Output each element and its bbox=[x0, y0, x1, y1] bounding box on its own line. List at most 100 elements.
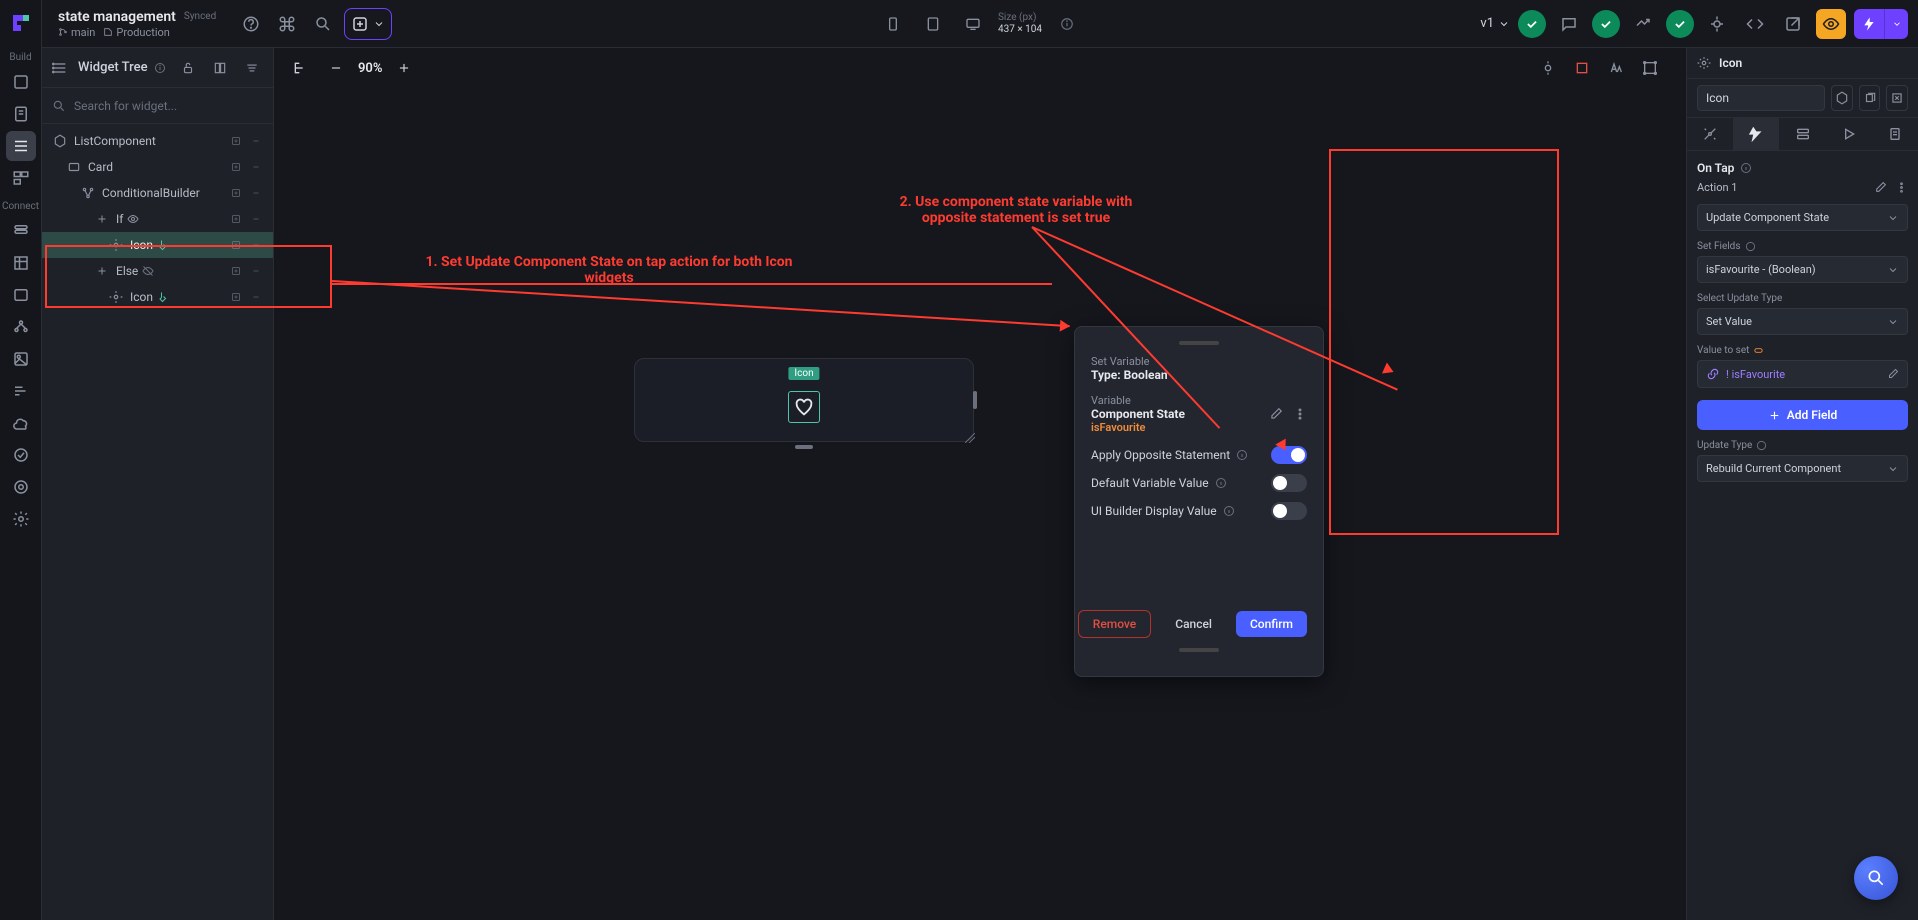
rebuild-type-select[interactable]: Rebuild Current Component bbox=[1697, 455, 1908, 482]
tree-collapse-icon[interactable] bbox=[247, 184, 265, 202]
vars-icon[interactable] bbox=[1831, 85, 1853, 111]
variable-binding-icon[interactable] bbox=[1753, 345, 1764, 356]
rail-item-tree[interactable] bbox=[6, 131, 36, 161]
text-scaling-icon[interactable] bbox=[1602, 54, 1630, 82]
tree-search-input[interactable] bbox=[74, 99, 263, 113]
tree-row-if[interactable]: If bbox=[42, 206, 273, 232]
fit-page-icon[interactable] bbox=[286, 54, 314, 82]
tree-row-icon[interactable]: Icon bbox=[42, 284, 273, 310]
collapse-icon[interactable] bbox=[241, 57, 263, 79]
device-desktop-icon[interactable] bbox=[958, 9, 988, 39]
edit-icon[interactable] bbox=[1269, 407, 1283, 421]
show-outlines-icon[interactable] bbox=[1568, 54, 1596, 82]
theme-toggle-icon[interactable] bbox=[1534, 54, 1562, 82]
info-icon[interactable] bbox=[1740, 162, 1752, 174]
comments-icon[interactable] bbox=[1554, 9, 1584, 39]
tree-collapse-icon[interactable] bbox=[247, 236, 265, 254]
rail-item-media[interactable] bbox=[6, 344, 36, 374]
confirm-button[interactable]: Confirm bbox=[1236, 611, 1307, 637]
rail-item-storyboard[interactable] bbox=[6, 163, 36, 193]
app-logo-icon[interactable] bbox=[6, 8, 36, 38]
search-icon[interactable] bbox=[308, 9, 338, 39]
rail-item-pages[interactable] bbox=[6, 67, 36, 97]
heart-icon-widget[interactable] bbox=[788, 391, 820, 423]
resize-handles-icon[interactable] bbox=[1636, 54, 1664, 82]
rail-item-docs[interactable] bbox=[6, 99, 36, 129]
info-icon[interactable] bbox=[1756, 440, 1767, 451]
resize-handle-bottom[interactable] bbox=[795, 445, 813, 449]
info-icon[interactable] bbox=[1745, 241, 1756, 252]
tree-row-card[interactable]: Card bbox=[42, 154, 273, 180]
copy-widget-icon[interactable] bbox=[1859, 85, 1881, 111]
resize-handle-right[interactable] bbox=[973, 391, 977, 409]
more-icon[interactable] bbox=[1293, 407, 1307, 421]
help-fab-button[interactable] bbox=[1854, 856, 1898, 900]
info-icon[interactable] bbox=[1222, 504, 1236, 518]
action-more-icon[interactable] bbox=[1895, 181, 1908, 194]
remove-button[interactable]: Remove bbox=[1078, 610, 1151, 638]
more-options-icon[interactable] bbox=[1886, 85, 1908, 111]
rail-item-tests[interactable] bbox=[6, 440, 36, 470]
tree-collapse-icon[interactable] bbox=[247, 132, 265, 150]
tree-collapse-icon[interactable] bbox=[247, 288, 265, 306]
tab-backend[interactable] bbox=[1779, 118, 1825, 150]
status-check-3-icon[interactable] bbox=[1666, 10, 1694, 38]
code-icon[interactable] bbox=[1740, 9, 1770, 39]
resize-handle-corner[interactable] bbox=[965, 433, 975, 443]
tree-collapse-icon[interactable] bbox=[247, 262, 265, 280]
tree-add-icon[interactable] bbox=[227, 132, 245, 150]
rail-item-cloud[interactable] bbox=[6, 408, 36, 438]
lock-icon[interactable] bbox=[177, 57, 199, 79]
tab-animations[interactable] bbox=[1826, 118, 1872, 150]
status-check-1-icon[interactable] bbox=[1518, 10, 1546, 38]
size-info-icon[interactable] bbox=[1052, 9, 1082, 39]
canvas-component-card[interactable]: Icon bbox=[634, 358, 974, 442]
tab-docs[interactable] bbox=[1872, 118, 1918, 150]
run-button[interactable] bbox=[1854, 9, 1884, 39]
branch-indicator[interactable]: main bbox=[58, 26, 95, 39]
rail-item-api[interactable] bbox=[6, 312, 36, 342]
device-tablet-icon[interactable] bbox=[918, 9, 948, 39]
tree-add-icon[interactable] bbox=[227, 184, 245, 202]
tree-row-conditionalbuilder[interactable]: ConditionalBuilder bbox=[42, 180, 273, 206]
layout-icon[interactable] bbox=[209, 57, 231, 79]
add-widget-dropdown[interactable] bbox=[344, 8, 392, 40]
default-value-toggle[interactable] bbox=[1271, 474, 1307, 492]
widget-name-input[interactable] bbox=[1697, 85, 1825, 111]
environment-indicator[interactable]: Production bbox=[103, 26, 169, 39]
version-selector[interactable]: v1 bbox=[1480, 16, 1510, 31]
rail-item-settings[interactable] bbox=[6, 504, 36, 534]
tree-row-else[interactable]: Else bbox=[42, 258, 273, 284]
add-field-button[interactable]: Add Field bbox=[1697, 400, 1908, 430]
ui-builder-toggle[interactable] bbox=[1271, 502, 1307, 520]
status-check-2-icon[interactable] bbox=[1592, 10, 1620, 38]
tree-row-listcomponent[interactable]: ListComponent bbox=[42, 128, 273, 154]
rail-item-datatypes[interactable] bbox=[6, 248, 36, 278]
tab-properties[interactable] bbox=[1687, 118, 1733, 150]
field-select[interactable]: isFavourite - (Boolean) bbox=[1697, 256, 1908, 283]
tab-actions[interactable] bbox=[1733, 118, 1779, 150]
tree-add-icon[interactable] bbox=[227, 210, 245, 228]
edit-icon[interactable] bbox=[1887, 368, 1899, 380]
drag-handle[interactable] bbox=[1179, 341, 1219, 345]
tree-add-icon[interactable] bbox=[227, 288, 245, 306]
cancel-button[interactable]: Cancel bbox=[1161, 611, 1226, 637]
info-icon[interactable] bbox=[1235, 448, 1249, 462]
rail-item-firestore[interactable] bbox=[6, 216, 36, 246]
tree-collapse-icon[interactable] bbox=[247, 158, 265, 176]
info-icon[interactable] bbox=[154, 62, 166, 74]
canvas[interactable]: 90% Icon 1. Set Update Component State o… bbox=[274, 48, 1918, 920]
rail-item-appstate[interactable] bbox=[6, 280, 36, 310]
zoom-in-icon[interactable] bbox=[390, 54, 418, 82]
tree-row-icon[interactable]: Icon bbox=[42, 232, 273, 258]
tree-add-icon[interactable] bbox=[227, 236, 245, 254]
tree-add-icon[interactable] bbox=[227, 158, 245, 176]
tree-collapse-icon[interactable] bbox=[247, 210, 265, 228]
action-type-select[interactable]: Update Component State bbox=[1697, 204, 1908, 231]
edit-action-icon[interactable] bbox=[1874, 181, 1887, 194]
device-phone-icon[interactable] bbox=[878, 9, 908, 39]
branching-icon[interactable] bbox=[1628, 9, 1658, 39]
command-icon[interactable] bbox=[272, 9, 302, 39]
info-icon[interactable] bbox=[1214, 476, 1228, 490]
help-icon[interactable] bbox=[236, 9, 266, 39]
